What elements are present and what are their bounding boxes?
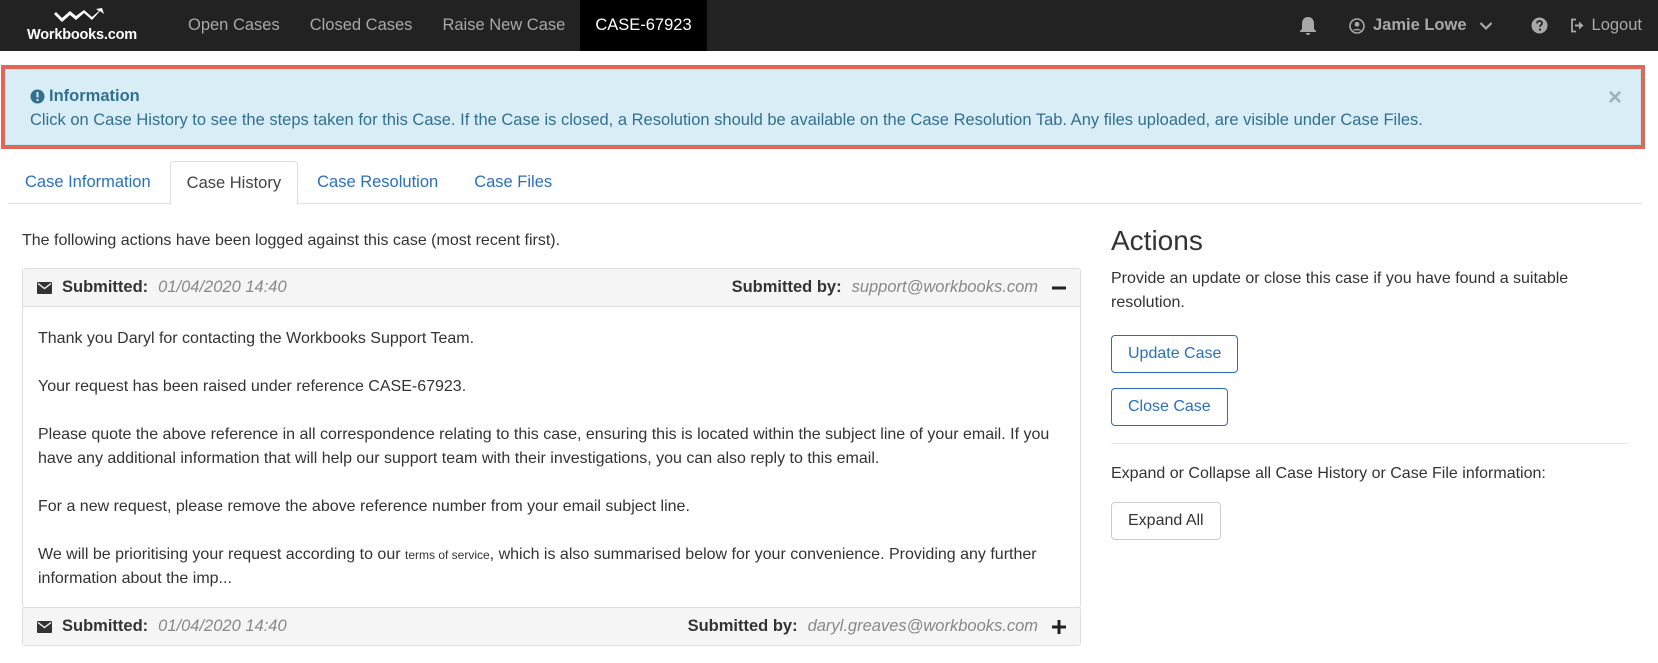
history-lead: The following actions have been logged a… (22, 232, 561, 249)
history-paragraph: Please quote the above reference in all … (38, 426, 1050, 467)
logout-link[interactable]: Logout (1570, 16, 1642, 35)
history-paragraph: Thank you Daryl for contacting the Workb… (38, 330, 475, 347)
brand-text: Workbooks.com (27, 27, 137, 43)
info-text: Click on Case History to see the steps t… (30, 111, 1423, 129)
sign-out-icon (1570, 18, 1584, 33)
close-case-button[interactable]: Close Case (1111, 388, 1228, 426)
envelope-icon (37, 281, 52, 294)
history-entry: Submitted: 01/04/2020 14:40 Submitted by… (22, 607, 1081, 646)
expand-description: Expand or Collapse all Case History or C… (1111, 465, 1546, 482)
tab-case-history[interactable]: Case History (169, 161, 299, 205)
tab-case-information[interactable]: Case Information (8, 161, 168, 204)
submitted-date: 01/04/2020 14:40 (158, 617, 287, 635)
tab-case-files[interactable]: Case Files (457, 161, 569, 204)
case-tabs: Case Information Case History Case Resol… (8, 161, 1642, 205)
actions-panel: Actions Provide an update or close this … (1111, 225, 1627, 540)
user-menu[interactable]: Jamie Lowe (1349, 16, 1501, 35)
terms-of-service-text: terms of service (404, 548, 490, 562)
history-paragraph: Your request has been raised under refer… (38, 378, 467, 395)
workbooks-logo-icon (54, 8, 104, 22)
tab-case-resolution[interactable]: Case Resolution (300, 161, 455, 204)
actions-title: Actions (1111, 225, 1203, 256)
user-avatar-icon (1349, 17, 1365, 34)
logout-label: Logout (1591, 16, 1642, 34)
info-title: Information (30, 87, 1616, 106)
nav-raise-new-case[interactable]: Raise New Case (427, 0, 580, 51)
submitted-by-label: Submitted by: (687, 617, 798, 635)
history-paragraph: We will be prioritising your request acc… (38, 543, 1065, 591)
update-case-button[interactable]: Update Case (1111, 335, 1239, 373)
minus-icon[interactable] (1052, 281, 1066, 295)
navbar: Workbooks.com Open Cases Closed Cases Ra… (0, 0, 1658, 51)
chevron-down-icon (1479, 21, 1492, 30)
user-name: Jamie Lowe (1372, 16, 1467, 34)
submitted-by-value: daryl.greaves@workbooks.com (807, 617, 1038, 635)
nav-closed-cases[interactable]: Closed Cases (295, 0, 428, 51)
paragraph-text: We will be prioritising your request acc… (38, 546, 405, 563)
submitted-by-label: Submitted by: (731, 278, 842, 296)
info-banner-highlight: Information Click on Case History to see… (1, 65, 1645, 149)
submitted-date: 01/04/2020 14:40 (158, 278, 287, 296)
plus-icon[interactable] (1052, 619, 1066, 634)
actions-divider (1111, 443, 1627, 444)
submitted-label: Submitted: (62, 278, 149, 296)
bell-icon[interactable] (1299, 16, 1317, 36)
help-icon[interactable] (1531, 17, 1548, 34)
expand-all-button[interactable]: Expand All (1111, 502, 1221, 540)
history-entry-body: Thank you Daryl for contacting the Workb… (23, 306, 1080, 607)
envelope-icon (37, 620, 52, 633)
submitted-label: Submitted: (62, 617, 149, 635)
history-entry-header[interactable]: Submitted: 01/04/2020 14:40 Submitted by… (23, 269, 1080, 306)
nav-current-case[interactable]: CASE-67923 (580, 0, 707, 51)
exclamation-circle-icon (30, 89, 45, 104)
history-entry-header[interactable]: Submitted: 01/04/2020 14:40 Submitted by… (23, 608, 1080, 645)
nav-open-cases[interactable]: Open Cases (173, 0, 295, 51)
history-paragraph: For a new request, please remove the abo… (38, 498, 690, 515)
info-banner: Information Click on Case History to see… (5, 69, 1641, 145)
actions-description: Provide an update or close this case if … (1111, 270, 1569, 311)
submitted-by-value: support@workbooks.com (851, 278, 1038, 296)
brand-logo[interactable]: Workbooks.com (0, 0, 165, 51)
history-entry: Submitted: 01/04/2020 14:40 Submitted by… (22, 268, 1081, 608)
info-title-text: Information (49, 87, 140, 105)
close-icon[interactable]: × (1608, 84, 1622, 112)
